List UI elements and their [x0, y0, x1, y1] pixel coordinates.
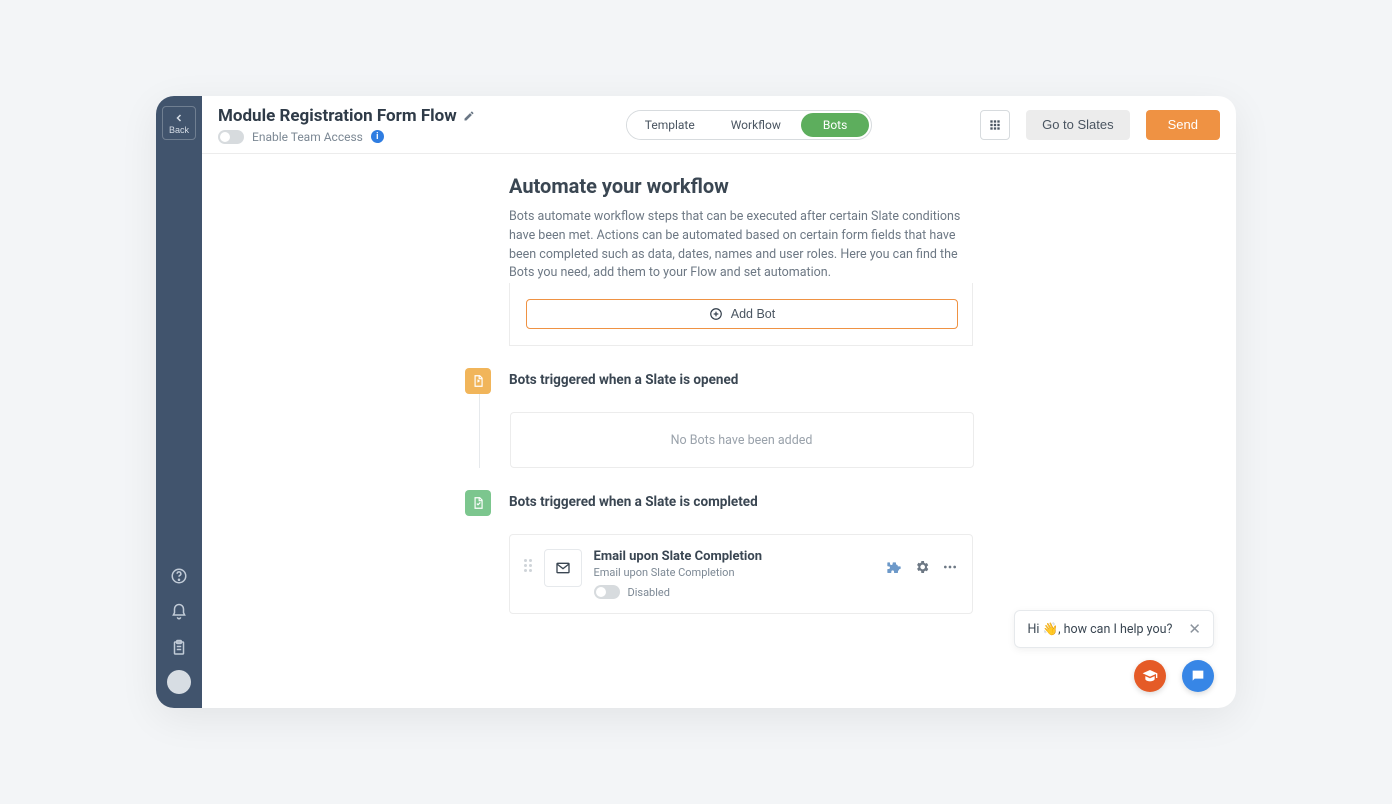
doc-open-icon [465, 368, 491, 394]
team-access-label: Enable Team Access [252, 130, 363, 144]
chat-fab[interactable] [1182, 660, 1214, 692]
page-title: Module Registration Form Flow [218, 106, 457, 126]
doc-complete-icon [465, 490, 491, 516]
info-icon[interactable]: i [371, 130, 384, 143]
view-tabs: Template Workflow Bots [626, 110, 873, 140]
section-completed-title: Bots triggered when a Slate is completed [509, 490, 973, 510]
more-icon[interactable] [942, 559, 958, 575]
tab-bots[interactable]: Bots [801, 113, 869, 137]
send-button[interactable]: Send [1146, 110, 1220, 140]
section-opened-title: Bots triggered when a Slate is opened [509, 368, 973, 388]
gear-icon[interactable] [914, 559, 930, 575]
mail-icon [544, 549, 582, 587]
empty-bots-box: No Bots have been added [510, 412, 974, 468]
app-window: Back Module Registration Form Flow Enabl… [156, 96, 1236, 708]
avatar[interactable] [167, 670, 191, 694]
intro-heading: Automate your workflow [509, 174, 973, 198]
add-bot-button[interactable]: Add Bot [526, 299, 958, 329]
help-icon[interactable] [165, 562, 193, 590]
bot-enable-toggle[interactable] [594, 585, 620, 599]
chat-icon [1190, 668, 1206, 684]
bell-icon[interactable] [165, 598, 193, 626]
bot-card: Email upon Slate Completion Email upon S… [509, 534, 973, 614]
team-access-toggle[interactable] [218, 130, 244, 144]
plus-circle-icon [709, 307, 723, 321]
add-bot-label: Add Bot [731, 307, 775, 321]
apps-grid-button[interactable] [980, 110, 1010, 140]
edit-icon[interactable] [463, 110, 475, 122]
chat-greeting-text: Hi 👋, how can I help you? [1027, 622, 1172, 637]
tab-workflow[interactable]: Workflow [713, 111, 799, 139]
clipboard-icon[interactable] [165, 634, 193, 662]
back-button[interactable]: Back [162, 106, 196, 140]
bot-status: Disabled [628, 586, 670, 599]
puzzle-icon[interactable] [886, 559, 902, 575]
back-label: Back [169, 125, 189, 135]
graduation-cap-icon [1142, 668, 1158, 684]
bot-subtitle: Email upon Slate Completion [594, 566, 874, 579]
grid-icon [988, 118, 1002, 132]
tab-template[interactable]: Template [627, 111, 713, 139]
bot-title: Email upon Slate Completion [594, 549, 874, 564]
chat-greeting-bubble[interactable]: Hi 👋, how can I help you? ✕ [1014, 610, 1214, 648]
drag-handle[interactable] [524, 549, 532, 572]
go-to-slates-button[interactable]: Go to Slates [1026, 110, 1130, 140]
topbar: Module Registration Form Flow Enable Tea… [202, 96, 1236, 154]
sidebar: Back [156, 96, 202, 708]
intro-body: Bots automate workflow steps that can be… [509, 208, 973, 283]
chevron-left-icon [173, 112, 185, 124]
academy-fab[interactable] [1134, 660, 1166, 692]
close-icon[interactable]: ✕ [1182, 620, 1201, 638]
